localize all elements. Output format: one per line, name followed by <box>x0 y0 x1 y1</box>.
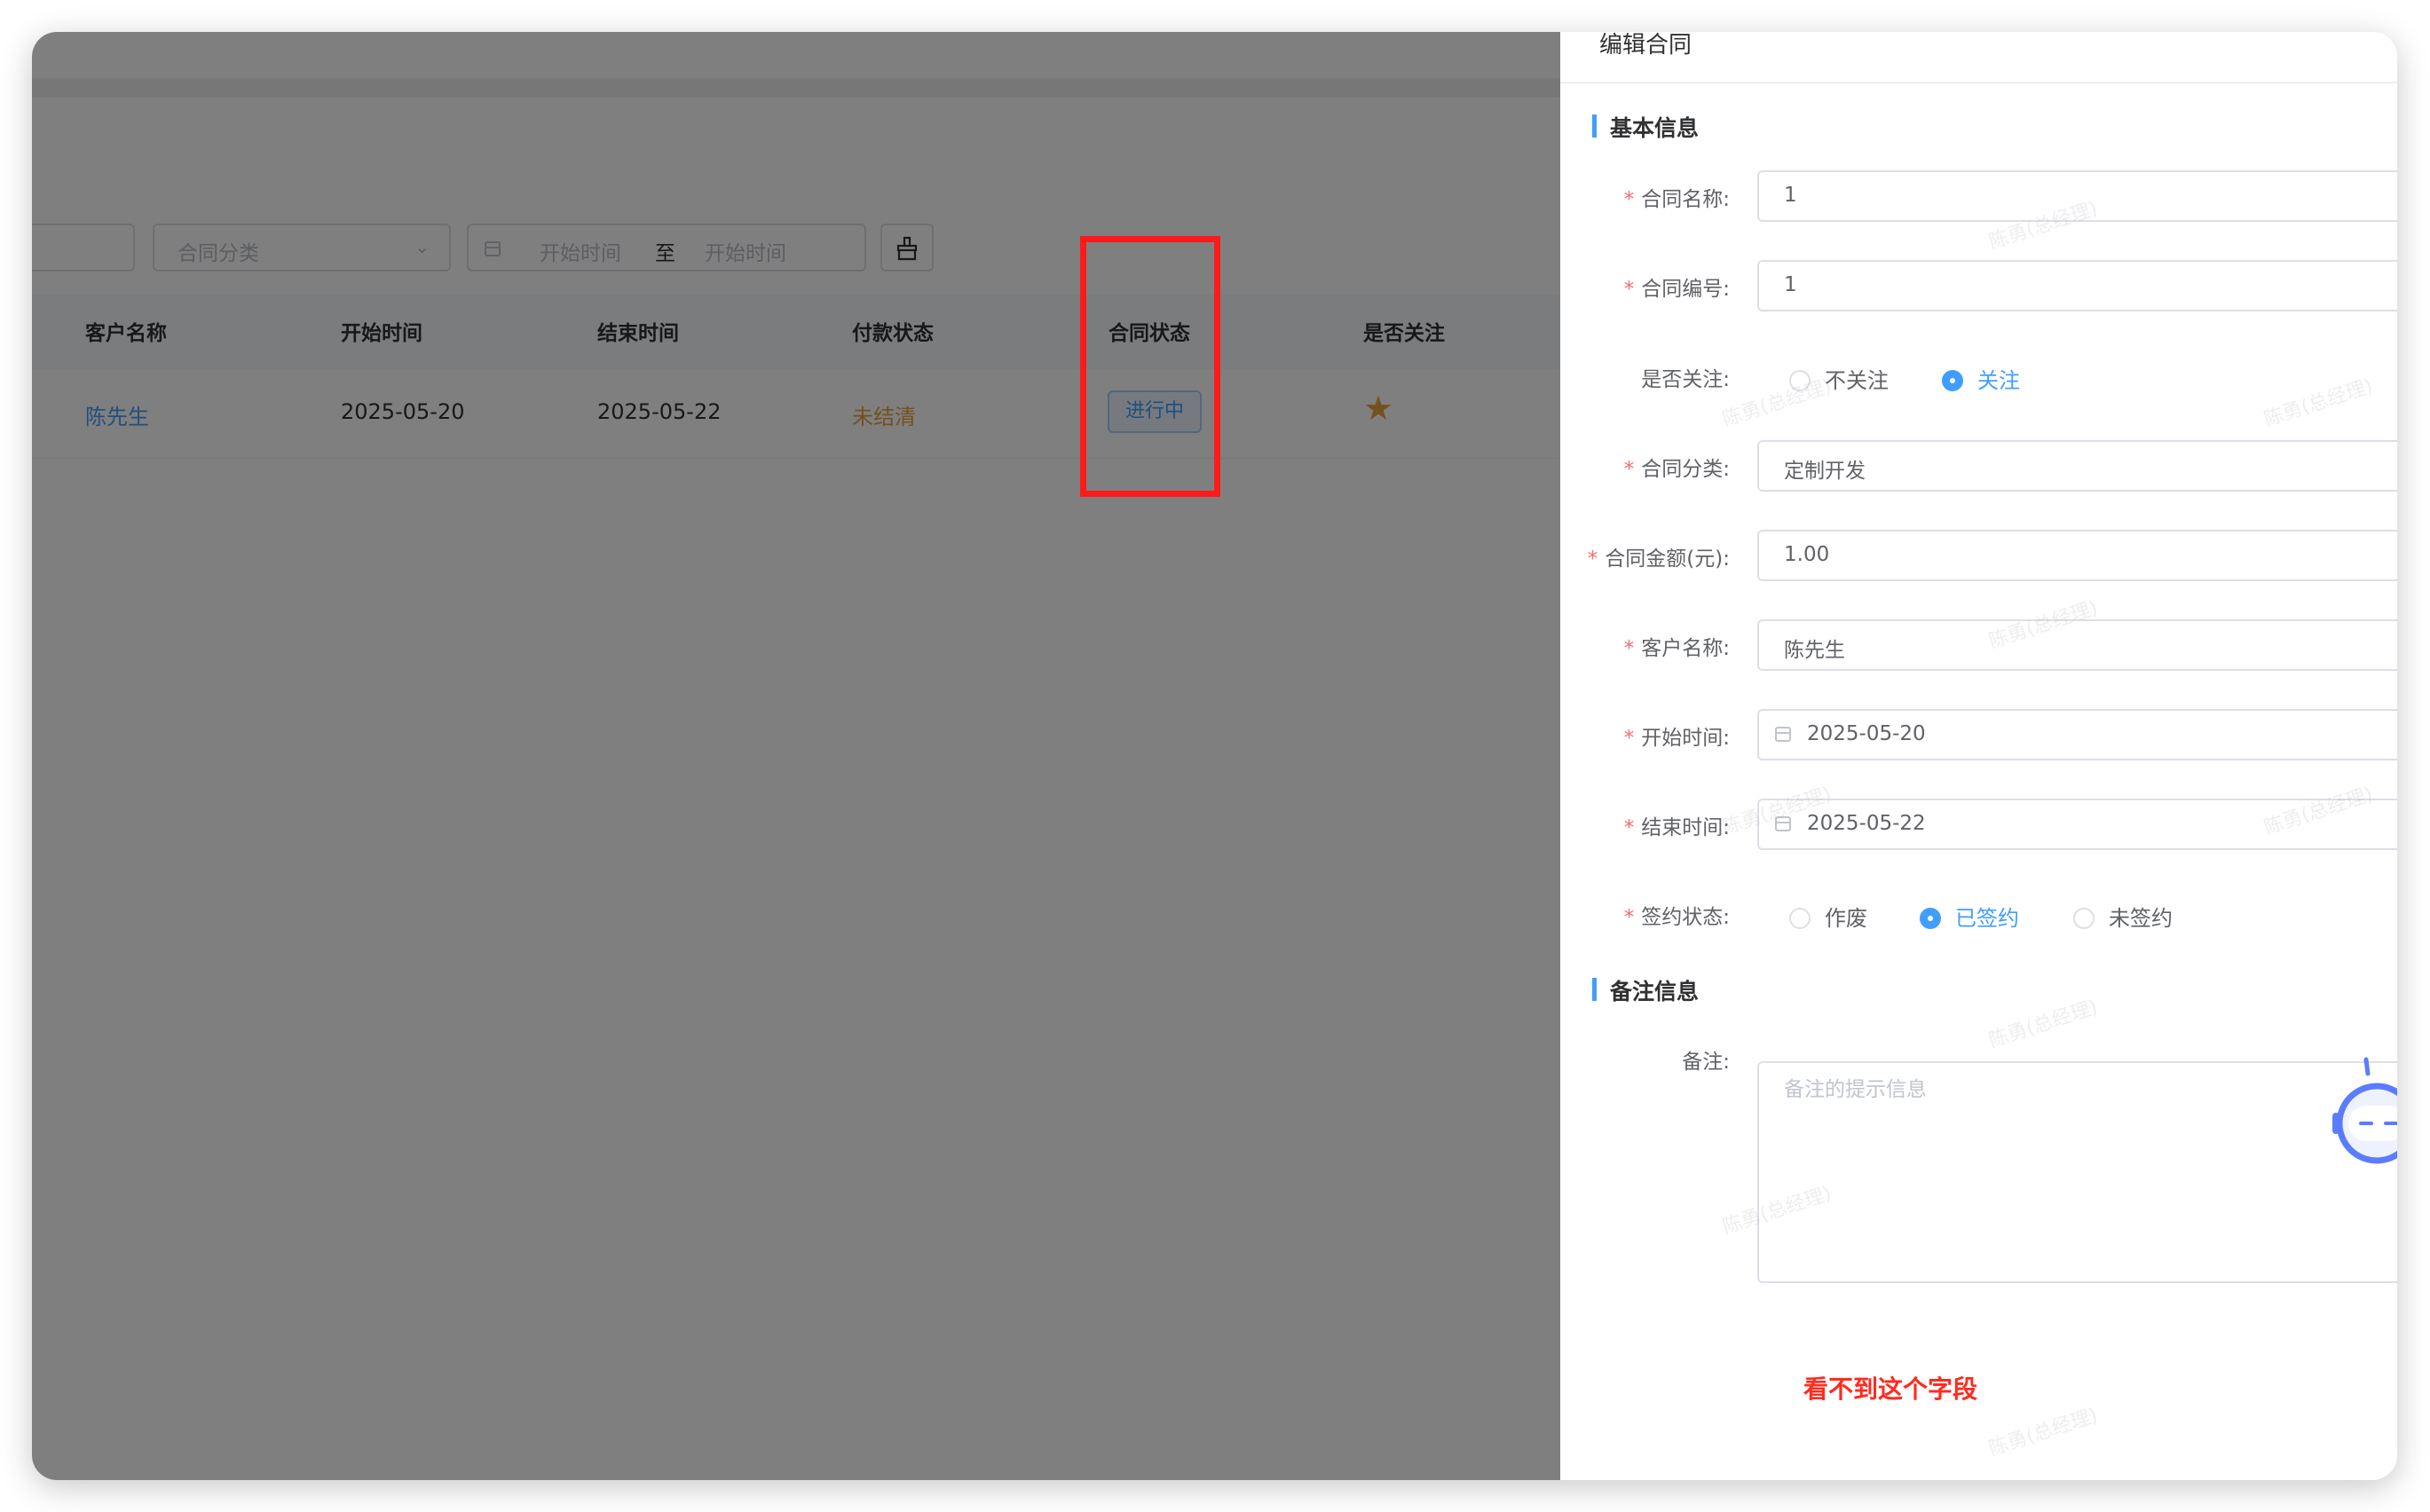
edit-contract-drawer: 编辑合同 基本信息 * 合同名称: 1 * 合同编号: 1 是否关注: 不关注 关注… <box>1560 32 2397 1480</box>
customer-name-input[interactable]: 陈先生 <box>1757 619 2397 671</box>
highlight-box <box>1080 236 1220 497</box>
section-basic-info: 基本信息 <box>1592 111 1699 143</box>
contract-number-input[interactable]: 1 <box>1757 260 2397 311</box>
contract-category-label: * 合同分类: <box>1623 458 1730 481</box>
contract-number-value: 1 <box>1784 273 1797 296</box>
radio-signed[interactable]: 已签约 <box>1920 901 2019 932</box>
contract-category-select[interactable]: 定制开发 <box>1757 440 2397 492</box>
drawer-title: 编辑合同 <box>1599 32 1692 59</box>
radio-void[interactable]: 作废 <box>1789 901 1867 932</box>
contract-category-value: 定制开发 <box>1784 460 1866 483</box>
remark-placeholder: 备注的提示信息 <box>1784 1078 1927 1101</box>
follow-label: 是否关注: <box>1641 368 1730 391</box>
contract-name-label: * 合同名称: <box>1623 188 1730 211</box>
end-date-label: * 结束时间: <box>1623 816 1730 839</box>
contract-amount-value: 1.00 <box>1784 543 1830 566</box>
start-date-value: 2025-05-20 <box>1807 722 1926 745</box>
annotation-text: 看不到这个字段 <box>1803 1374 1978 1404</box>
contract-list-page: 合同分类 ⌄ 开始时间 至 开始时间 客户名称 开始时间 结束时间 付款状态 合… <box>32 32 1560 1480</box>
assistant-robot-icon[interactable] <box>2332 1052 2397 1177</box>
customer-name-value: 陈先生 <box>1784 639 1845 662</box>
remark-textarea[interactable]: 备注的提示信息 <box>1757 1061 2397 1283</box>
section-remark-info: 备注信息 <box>1592 974 1699 1006</box>
watermark: 陈勇(总经理) <box>1720 374 1834 431</box>
radio-circle <box>2073 908 2095 929</box>
contract-amount-input[interactable]: 1.00 <box>1757 530 2397 581</box>
start-date-picker[interactable]: 2025-05-20 <box>1757 709 2397 760</box>
radio-unsigned[interactable]: 未签约 <box>2073 901 2173 932</box>
contract-number-label: * 合同编号: <box>1623 278 1730 301</box>
contract-amount-label: * 合同金额(元): <box>1587 547 1730 571</box>
watermark: 陈勇(总经理) <box>1986 996 2101 1052</box>
radio-circle-checked <box>1942 370 1963 391</box>
drawer-overlay[interactable] <box>32 32 1560 1480</box>
start-date-label: * 开始时间: <box>1623 727 1730 750</box>
customer-name-label: * 客户名称: <box>1623 637 1730 660</box>
sign-status-label: * 签约状态: <box>1623 906 1730 929</box>
radio-circle-checked <box>1920 908 1941 929</box>
app-window: 合同分类 ⌄ 开始时间 至 开始时间 客户名称 开始时间 结束时间 付款状态 合… <box>32 32 2397 1480</box>
remark-label: 备注: <box>1682 1051 1730 1074</box>
radio-follow[interactable]: 关注 <box>1942 363 2020 394</box>
watermark: 陈勇(总经理) <box>1986 1404 2101 1461</box>
drawer-divider <box>1560 82 2397 83</box>
calendar-icon <box>1775 727 1791 742</box>
radio-circle <box>1789 908 1811 929</box>
end-date-value: 2025-05-22 <box>1807 812 1926 835</box>
contract-name-value: 1 <box>1784 184 1797 207</box>
watermark: 陈勇(总经理) <box>2261 374 2376 431</box>
